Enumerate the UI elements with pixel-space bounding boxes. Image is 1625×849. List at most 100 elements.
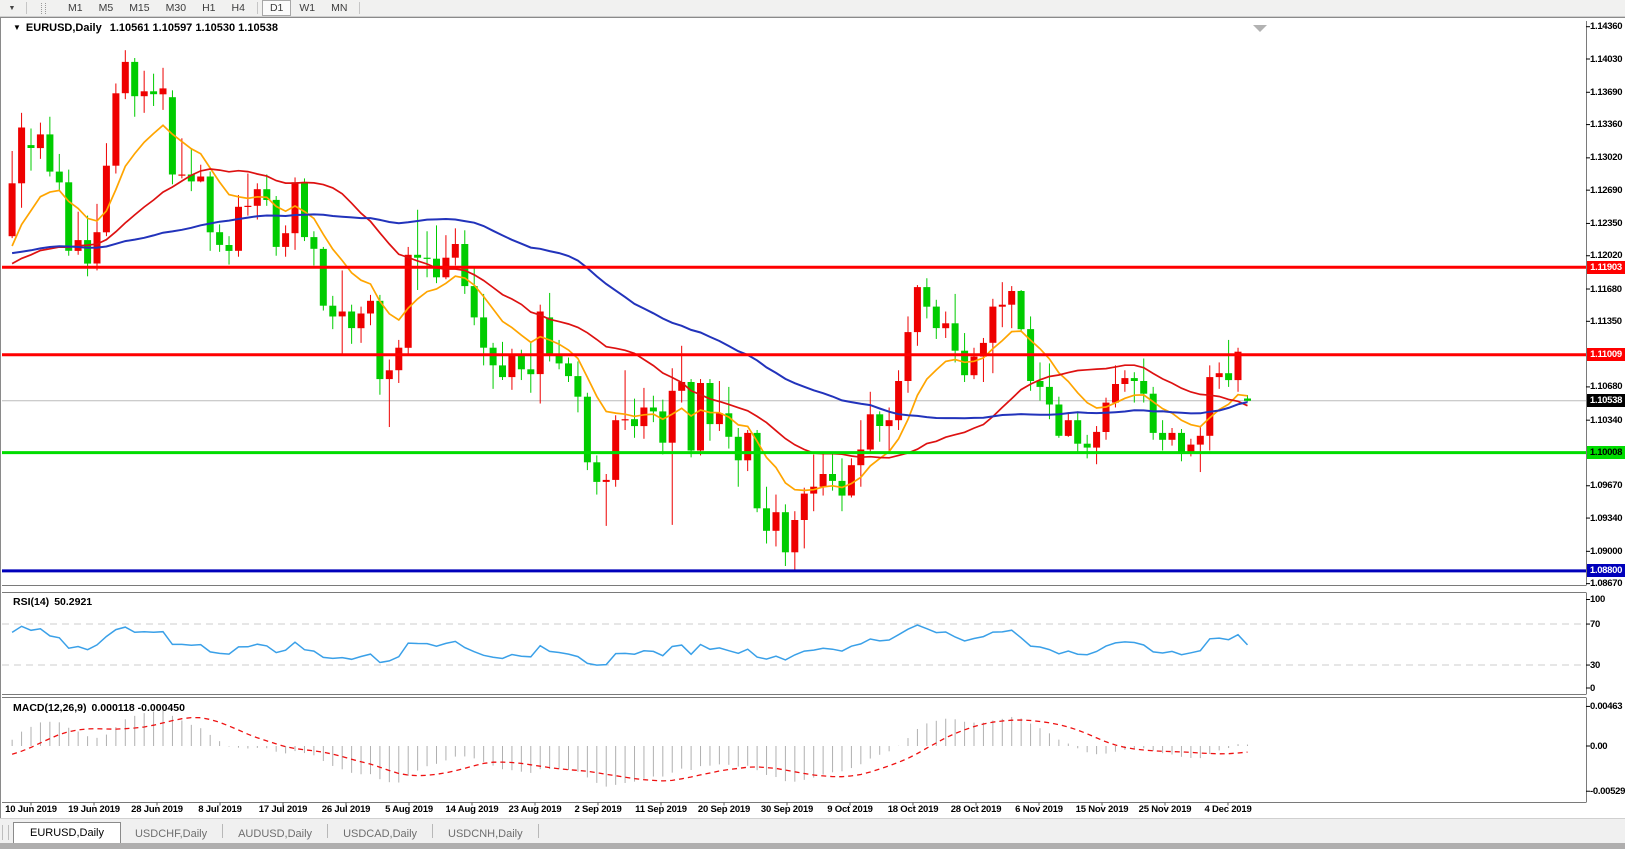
macd-values: 0.000118 -0.000450 xyxy=(92,702,185,714)
candle-body xyxy=(999,305,1006,307)
timeframe-button-m15[interactable]: M15 xyxy=(121,0,157,16)
date-axis-label: 30 Sep 2019 xyxy=(761,804,813,815)
candle-body xyxy=(659,411,666,442)
timeframe-buttons: M1M5M15M30H1H4 D1W1MN xyxy=(60,0,364,16)
timeframe-button-m30[interactable]: M30 xyxy=(158,0,194,16)
chart-shift-marker-icon[interactable] xyxy=(1253,25,1267,32)
macd-indicator-label: MACD(12,26,9)0.000118 -0.000450 xyxy=(13,702,190,714)
price-axis-tick: 1.10340 xyxy=(1590,414,1625,427)
timeframe-toolbar: ▼ M1M5M15M30H1H4 D1W1MN xyxy=(0,0,1625,17)
tab-usdcnh[interactable]: USDCNH,Daily xyxy=(434,825,537,844)
price-axis-tick: 1.08670 xyxy=(1590,577,1625,590)
candle-body xyxy=(565,363,572,376)
main-chart-layer xyxy=(2,50,1586,572)
candle-body xyxy=(801,494,808,520)
date-axis-label: 2 Sep 2019 xyxy=(574,804,621,815)
candle-body xyxy=(952,323,959,350)
timeframe-button-w1[interactable]: W1 xyxy=(291,0,323,16)
candle-body xyxy=(923,287,930,307)
candle-body xyxy=(1206,377,1213,436)
timeframe-button-m5[interactable]: M5 xyxy=(91,0,122,16)
candle-body xyxy=(37,134,44,148)
date-axis-label: 19 Jun 2019 xyxy=(68,804,120,815)
candle-body xyxy=(216,232,223,245)
candle-body xyxy=(226,245,233,251)
chart-ohlc-header: ▼EURUSD,Daily1.10561 1.10597 1.10530 1.1… xyxy=(13,22,278,34)
candle-body xyxy=(9,183,16,236)
candle-body xyxy=(405,255,412,348)
timeframe-button-mn[interactable]: MN xyxy=(323,0,355,16)
candle-body xyxy=(1046,387,1053,405)
rsi-scale-label: 100 xyxy=(1590,593,1625,606)
chart-symbol-label: EURUSD,Daily xyxy=(26,22,102,34)
candle-body xyxy=(339,312,346,317)
tab-separator xyxy=(327,824,328,838)
candle-body xyxy=(716,413,723,424)
chart-dropdown-icon[interactable]: ▼ xyxy=(2,1,22,15)
candle-body xyxy=(1197,436,1204,445)
candle-body xyxy=(1178,433,1185,453)
candle-body xyxy=(376,301,383,379)
tab-bar-grip[interactable] xyxy=(2,825,9,840)
tab-usdcad[interactable]: USDCAD,Daily xyxy=(329,825,431,844)
symbol-tab-bar: EURUSD,DailyUSDCHF,DailyAUDUSD,DailyUSDC… xyxy=(0,818,1625,844)
candle-body xyxy=(235,207,242,251)
price-axis-tick: 1.13360 xyxy=(1590,118,1625,131)
candle-body xyxy=(282,233,289,247)
candle-body xyxy=(1244,399,1251,401)
date-axis-label: 28 Oct 2019 xyxy=(951,804,1002,815)
candle-body xyxy=(518,356,525,370)
date-axis-label: 9 Oct 2019 xyxy=(827,804,873,815)
candle-body xyxy=(773,512,780,531)
bottom-strip xyxy=(0,843,1625,849)
rsi-scale-label: 70 xyxy=(1590,618,1625,631)
hline-price-label: 1.11903 xyxy=(1587,261,1625,274)
candle-body xyxy=(669,391,676,443)
candle-body xyxy=(1065,420,1072,436)
tab-eurusd[interactable]: EURUSD,Daily xyxy=(13,822,121,844)
macd-scale-label: 0.00 xyxy=(1590,740,1625,753)
hline-price-label: 1.08800 xyxy=(1587,564,1625,577)
candle-body xyxy=(499,365,506,377)
candle-body xyxy=(876,414,883,426)
timeframe-button-h1[interactable]: H1 xyxy=(194,0,223,16)
date-axis-label: 25 Nov 2019 xyxy=(1139,804,1192,815)
price-axis-tick: 1.13020 xyxy=(1590,151,1625,164)
date-axis-label: 17 Jul 2019 xyxy=(259,804,308,815)
candle-body xyxy=(782,512,789,552)
candles xyxy=(9,50,1251,572)
toolbar-grip[interactable] xyxy=(41,3,46,14)
hline-price-label: 1.11009 xyxy=(1587,348,1625,361)
timeframe-button-h4[interactable]: H4 xyxy=(224,0,253,16)
candle-body xyxy=(480,317,487,347)
chart-canvas[interactable] xyxy=(1,18,1625,819)
rsi-indicator-label: RSI(14)50.2921 xyxy=(13,596,97,608)
candle-body xyxy=(735,437,742,461)
date-axis-label: 18 Oct 2019 xyxy=(888,804,939,815)
candle-body xyxy=(546,317,553,354)
candle-body xyxy=(829,474,836,481)
price-axis-tick: 1.13690 xyxy=(1590,86,1625,99)
candle-body xyxy=(1121,378,1128,384)
price-axis-tick: 1.09000 xyxy=(1590,545,1625,558)
rsi-scale-label: 30 xyxy=(1590,659,1625,672)
candle-body xyxy=(1159,433,1166,440)
candle-body xyxy=(1225,373,1232,380)
moving-average-50[interactable] xyxy=(12,214,1247,418)
candle-body xyxy=(791,520,798,552)
tab-audusd[interactable]: AUDUSD,Daily xyxy=(224,825,326,844)
candle-body xyxy=(612,420,619,480)
candle-body xyxy=(622,419,629,420)
tab-usdchf[interactable]: USDCHF,Daily xyxy=(121,825,221,844)
macd-scale-label: -0.00529 xyxy=(1590,785,1625,798)
candle-body xyxy=(160,88,167,94)
date-axis-label: 5 Aug 2019 xyxy=(385,804,433,815)
collapse-triangle-icon[interactable]: ▼ xyxy=(13,23,21,32)
timeframe-button-m1[interactable]: M1 xyxy=(60,0,91,16)
timeframe-button-d1[interactable]: D1 xyxy=(262,0,291,16)
candle-body xyxy=(395,348,402,371)
date-axis-label: 11 Sep 2019 xyxy=(635,804,687,815)
candle-body xyxy=(640,408,647,427)
candle-body xyxy=(933,307,940,329)
date-axis-label: 14 Aug 2019 xyxy=(446,804,499,815)
